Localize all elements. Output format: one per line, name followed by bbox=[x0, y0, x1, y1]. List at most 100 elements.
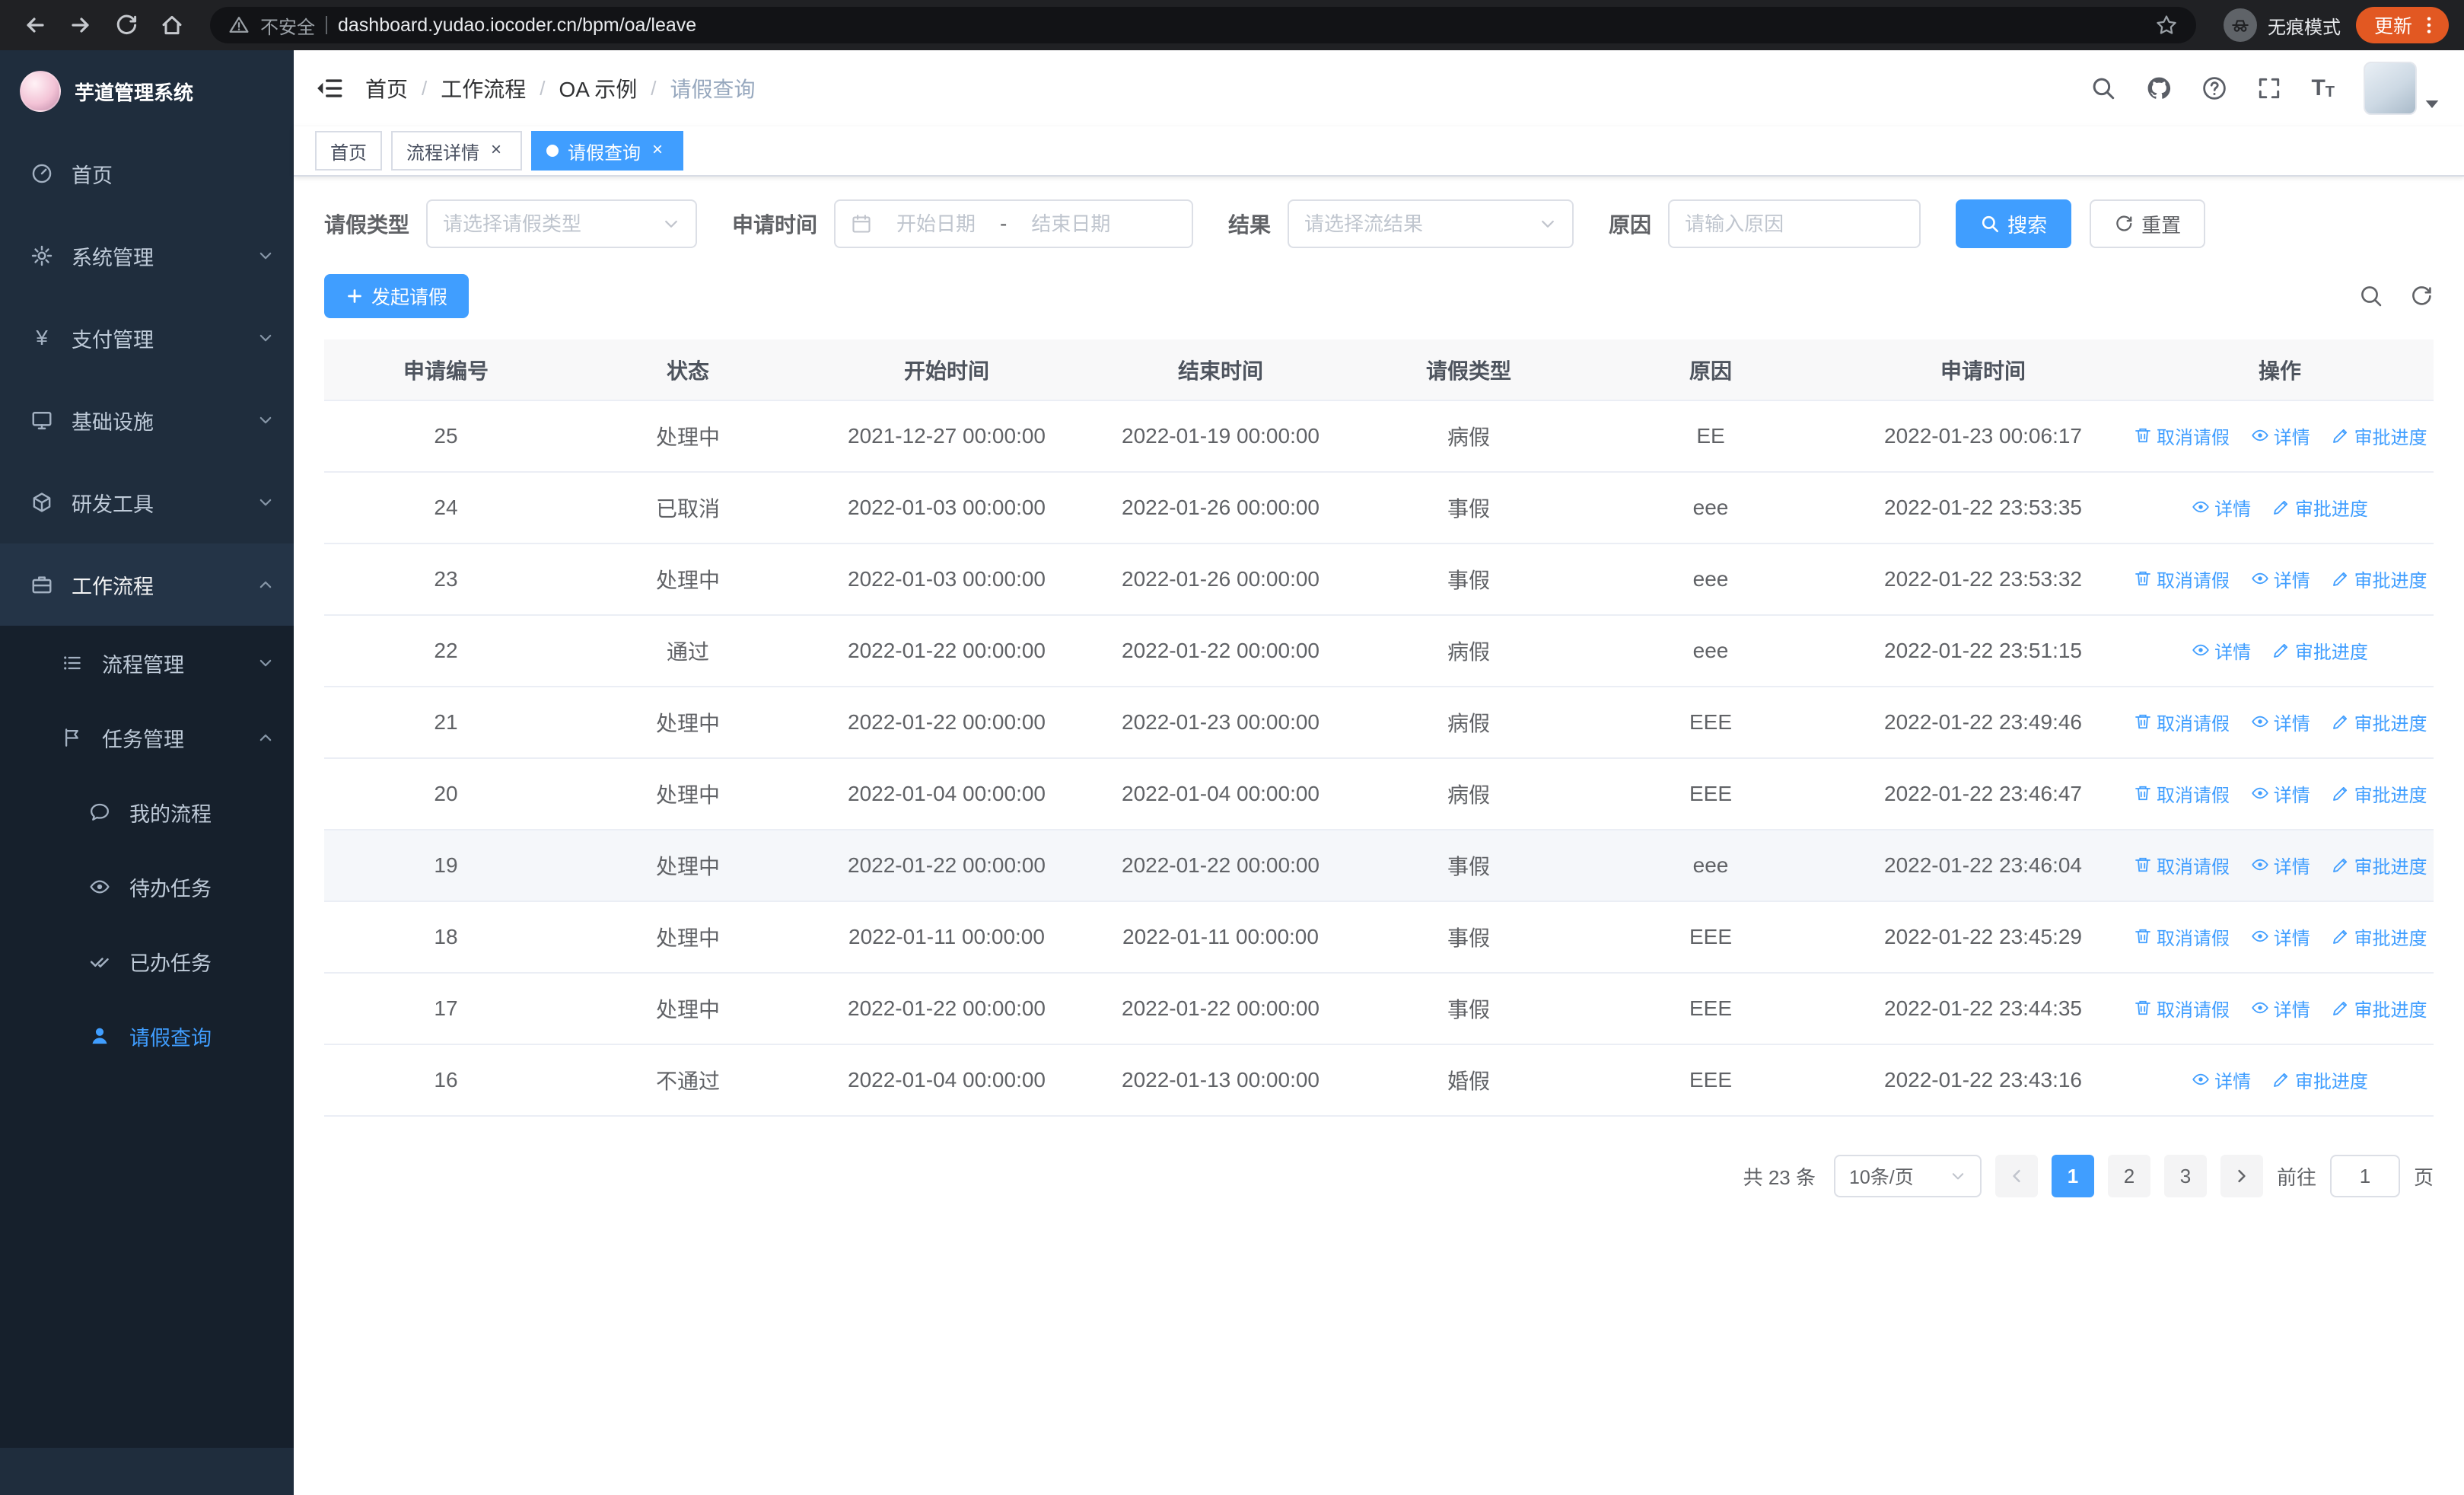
browser-menu-icon[interactable] bbox=[2418, 13, 2440, 37]
goto-page-input[interactable] bbox=[2329, 1155, 2400, 1197]
cancel-leave-button[interactable]: 取消请假 bbox=[2134, 422, 2230, 449]
sidebar-item-home[interactable]: 首页 bbox=[0, 132, 294, 215]
search-button-label: 搜索 bbox=[2007, 213, 2048, 237]
browser-home-button[interactable] bbox=[152, 5, 192, 45]
sidebar-item-leave-query[interactable]: 请假查询 bbox=[0, 999, 294, 1073]
tab-process-detail[interactable]: 流程详情 × bbox=[391, 131, 522, 171]
cancel-leave-button[interactable]: 取消请假 bbox=[2134, 852, 2230, 878]
detail-button[interactable]: 详情 bbox=[2251, 852, 2310, 878]
approval-progress-button[interactable]: 审批进度 bbox=[2332, 422, 2427, 449]
create-leave-button[interactable]: 发起请假 bbox=[324, 274, 470, 318]
sidebar-item-label: 待办任务 bbox=[129, 877, 212, 901]
dashboard-icon bbox=[29, 162, 55, 185]
tab-leave-query[interactable]: 请假查询 × bbox=[531, 131, 683, 171]
leave-type-select-input[interactable] bbox=[443, 212, 654, 236]
page-number-2[interactable]: 2 bbox=[2107, 1155, 2150, 1197]
table-row: 21 处理中 2022-01-22 00:00:00 2022-01-23 00… bbox=[324, 687, 2434, 759]
sidebar-item-process-management[interactable]: 流程管理 bbox=[0, 626, 294, 700]
reset-button[interactable]: 重置 bbox=[2090, 199, 2206, 248]
cell-id: 21 bbox=[324, 687, 568, 759]
page-size-select[interactable]: 10条/页 bbox=[1833, 1155, 1982, 1197]
approval-progress-button[interactable]: 审批进度 bbox=[2272, 1066, 2368, 1093]
start-date-input[interactable] bbox=[881, 212, 992, 236]
chevron-down-icon bbox=[1950, 1168, 1966, 1184]
page-number-3[interactable]: 3 bbox=[2163, 1155, 2207, 1197]
detail-button[interactable]: 详情 bbox=[2251, 780, 2310, 807]
sidebar-item-label: 流程管理 bbox=[102, 653, 184, 677]
leave-type-select[interactable] bbox=[426, 199, 698, 248]
breadcrumb-item[interactable]: 工作流程 bbox=[441, 73, 526, 104]
sidebar-item-infrastructure[interactable]: 基础设施 bbox=[0, 379, 294, 461]
prev-page-button[interactable] bbox=[1994, 1155, 2038, 1197]
sidebar-item-task-management[interactable]: 任务管理 bbox=[0, 700, 294, 775]
approval-progress-button[interactable]: 审批进度 bbox=[2332, 923, 2427, 950]
cancel-leave-button[interactable]: 取消请假 bbox=[2134, 566, 2230, 592]
sidebar-item-pending-tasks[interactable]: 待办任务 bbox=[0, 850, 294, 924]
search-icon[interactable] bbox=[2090, 75, 2116, 101]
collapse-sidebar-button[interactable] bbox=[315, 75, 342, 102]
cell-start: 2022-01-11 00:00:00 bbox=[808, 901, 1085, 974]
detail-button[interactable]: 详情 bbox=[2251, 422, 2310, 449]
reason-input-wrap[interactable] bbox=[1668, 199, 1921, 248]
sidebar-item-dev-tools[interactable]: 研发工具 bbox=[0, 461, 294, 543]
sidebar-item-payment-management[interactable]: ¥ 支付管理 bbox=[0, 297, 294, 379]
refresh-icon[interactable] bbox=[2409, 284, 2434, 308]
help-icon[interactable] bbox=[2201, 75, 2227, 101]
cell-reason: EEE bbox=[1581, 901, 1840, 974]
breadcrumb-item[interactable]: OA 示例 bbox=[559, 73, 638, 104]
fullscreen-icon[interactable] bbox=[2256, 75, 2282, 101]
tab-label: 流程详情 bbox=[406, 142, 479, 164]
detail-button[interactable]: 详情 bbox=[2251, 995, 2310, 1022]
cell-status: 处理中 bbox=[568, 830, 808, 902]
address-bar[interactable]: 不安全 dashboard.yudao.iocoder.cn/bpm/oa/le… bbox=[210, 7, 2196, 43]
sidebar-item-system-management[interactable]: 系统管理 bbox=[0, 215, 294, 297]
cancel-leave-button[interactable]: 取消请假 bbox=[2134, 995, 2230, 1022]
close-tab-icon[interactable]: × bbox=[485, 140, 507, 161]
cancel-leave-button[interactable]: 取消请假 bbox=[2134, 709, 2230, 735]
approval-progress-button[interactable]: 审批进度 bbox=[2332, 995, 2427, 1022]
detail-button[interactable]: 详情 bbox=[2251, 566, 2310, 592]
tab-home[interactable]: 首页 bbox=[315, 131, 382, 171]
approval-progress-button[interactable]: 审批进度 bbox=[2332, 566, 2427, 592]
browser-update-button[interactable]: 更新 bbox=[2355, 7, 2449, 43]
page-number-1[interactable]: 1 bbox=[2051, 1155, 2094, 1197]
cancel-leave-button[interactable]: 取消请假 bbox=[2134, 780, 2230, 807]
date-range-picker[interactable]: - bbox=[834, 199, 1194, 248]
detail-button[interactable]: 详情 bbox=[2251, 709, 2310, 735]
breadcrumb-item[interactable]: 首页 bbox=[365, 73, 408, 104]
end-date-input[interactable] bbox=[1016, 212, 1126, 236]
detail-button[interactable]: 详情 bbox=[2192, 494, 2251, 521]
github-icon[interactable] bbox=[2145, 75, 2173, 102]
app-logo[interactable]: 芋道管理系统 bbox=[0, 50, 294, 132]
approval-progress-button[interactable]: 审批进度 bbox=[2332, 709, 2427, 735]
toggle-search-icon[interactable] bbox=[2359, 284, 2383, 308]
font-size-icon[interactable]: TT bbox=[2311, 77, 2335, 100]
sidebar-item-done-tasks[interactable]: 已办任务 bbox=[0, 924, 294, 999]
browser-chrome: 不安全 dashboard.yudao.iocoder.cn/bpm/oa/le… bbox=[0, 0, 2464, 50]
reason-input[interactable] bbox=[1685, 212, 1905, 236]
approval-progress-button[interactable]: 审批进度 bbox=[2272, 637, 2368, 664]
sidebar-item-my-processes[interactable]: 我的流程 bbox=[0, 775, 294, 850]
bookmark-star-icon[interactable] bbox=[2155, 14, 2178, 37]
next-page-button[interactable] bbox=[2220, 1155, 2263, 1197]
close-tab-icon[interactable]: × bbox=[647, 140, 668, 161]
chevron-down-icon bbox=[662, 215, 680, 233]
flag-icon bbox=[59, 727, 85, 748]
cancel-leave-button[interactable]: 取消请假 bbox=[2134, 923, 2230, 950]
detail-button[interactable]: 详情 bbox=[2192, 1066, 2251, 1093]
search-button[interactable]: 搜索 bbox=[1956, 199, 2072, 248]
browser-back-button[interactable] bbox=[15, 5, 55, 45]
sidebar-item-workflow[interactable]: 工作流程 bbox=[0, 543, 294, 626]
user-menu[interactable] bbox=[2364, 62, 2440, 115]
result-select-input[interactable] bbox=[1304, 212, 1530, 236]
approval-progress-button[interactable]: 审批进度 bbox=[2332, 852, 2427, 878]
incognito-label: 无痕模式 bbox=[2267, 17, 2341, 38]
result-select[interactable] bbox=[1288, 199, 1574, 248]
detail-button[interactable]: 详情 bbox=[2251, 923, 2310, 950]
detail-button[interactable]: 详情 bbox=[2192, 637, 2251, 664]
breadcrumb-separator: / bbox=[422, 76, 428, 100]
approval-progress-button[interactable]: 审批进度 bbox=[2332, 780, 2427, 807]
approval-progress-button[interactable]: 审批进度 bbox=[2272, 494, 2368, 521]
browser-reload-button[interactable] bbox=[107, 5, 146, 45]
browser-forward-button[interactable] bbox=[61, 5, 100, 45]
